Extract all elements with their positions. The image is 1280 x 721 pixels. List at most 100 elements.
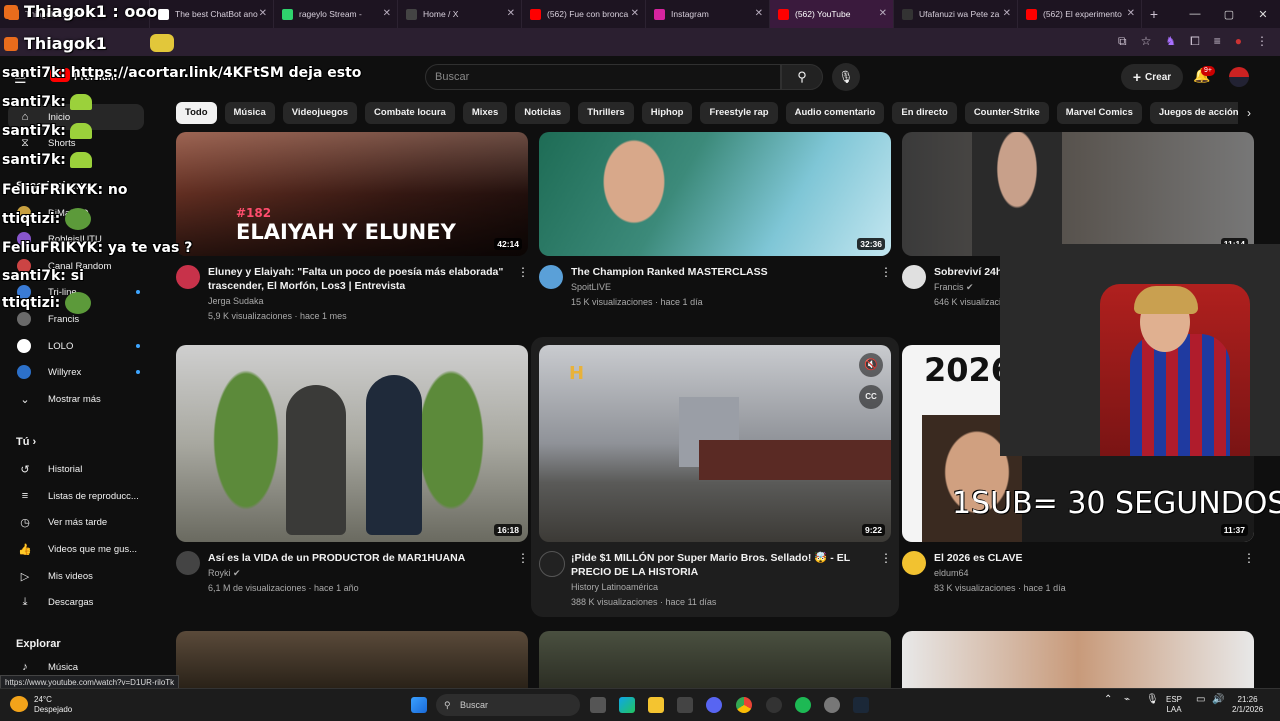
language-indicator[interactable]: ESP LAA: [1166, 695, 1182, 715]
store-icon[interactable]: [677, 697, 693, 713]
chip[interactable]: En directo: [892, 102, 957, 124]
search-input[interactable]: Buscar: [425, 64, 781, 90]
maximize-button[interactable]: ▢: [1212, 8, 1246, 21]
spotify-icon[interactable]: [795, 697, 811, 713]
install-icon[interactable]: ⧉: [1118, 34, 1127, 49]
file-explorer-icon[interactable]: [648, 697, 664, 713]
sidebar-item-historial[interactable]: ↺ Historial: [8, 456, 144, 482]
channel-name[interactable]: SpoitLIVE: [571, 280, 611, 295]
close-tab-icon[interactable]: ✕: [259, 8, 267, 19]
sidebar-item-playlists[interactable]: ≡ Listas de reproducc...: [8, 483, 144, 509]
browser-tab[interactable]: Ufafanuzi wa Pete za ✕: [894, 0, 1018, 28]
chip[interactable]: Hiphop: [641, 102, 693, 124]
channel-name[interactable]: eldum64: [934, 566, 969, 581]
weather-icon[interactable]: [10, 696, 28, 712]
chip[interactable]: Counter-Strike: [964, 102, 1049, 124]
chrome-icon[interactable]: [736, 697, 752, 713]
chip[interactable]: Videojuegos: [282, 102, 358, 124]
star-icon[interactable]: ☆: [1141, 34, 1152, 49]
sidebar-sub[interactable]: LOLO: [8, 333, 144, 359]
create-button[interactable]: + Crear: [1121, 64, 1183, 90]
video-title[interactable]: Eluney y Elaiyah: "Falta un poco de poes…: [208, 265, 508, 293]
channel-avatar[interactable]: [902, 265, 926, 289]
more-actions-icon[interactable]: ⋮: [880, 551, 892, 565]
close-tab-icon[interactable]: ✕: [383, 8, 391, 19]
you-heading[interactable]: Tú ›: [16, 436, 36, 448]
edge-icon[interactable]: [619, 697, 635, 713]
mic-tray-icon[interactable]: 🎙: [1146, 695, 1159, 705]
browser-tab[interactable]: Home / X ✕: [398, 0, 522, 28]
video-title[interactable]: Así es la VIDA de un PRODUCTOR de MAR1HU…: [208, 551, 508, 565]
video-thumbnail[interactable]: 11:14: [902, 132, 1254, 256]
minimize-button[interactable]: —: [1178, 8, 1212, 20]
close-tab-icon[interactable]: ✕: [1127, 8, 1135, 19]
channel-name[interactable]: History Latinoamérica: [571, 580, 658, 595]
video-title[interactable]: The Champion Ranked MASTERCLASS: [571, 265, 871, 279]
video-thumbnail[interactable]: 32:36: [539, 132, 891, 256]
close-tab-icon[interactable]: ✕: [507, 8, 515, 19]
search-button[interactable]: ⚲: [781, 64, 823, 90]
voice-search-button[interactable]: 🎙: [832, 63, 860, 91]
channel-name[interactable]: Jerga Sudaka: [208, 294, 264, 309]
close-tab-icon[interactable]: ✕: [631, 8, 639, 19]
browser-tab[interactable]: (562) El experimento ✕: [1018, 0, 1142, 28]
sidebar-item-liked[interactable]: 👍 Videos que me gus...: [8, 536, 144, 562]
steam-icon[interactable]: [853, 697, 869, 713]
taskbar-search[interactable]: ⚲ Buscar: [436, 694, 580, 716]
chip[interactable]: Noticias: [515, 102, 571, 124]
close-tab-icon[interactable]: ✕: [1003, 8, 1011, 19]
video-thumbnail[interactable]: 16:18: [176, 345, 528, 542]
chip[interactable]: Mixes: [462, 102, 508, 124]
close-window-button[interactable]: ✕: [1246, 8, 1280, 21]
video-thumbnail[interactable]: H 🔇 CC 9:22: [539, 345, 891, 542]
captions-icon[interactable]: CC: [859, 385, 883, 409]
channel-name[interactable]: Francis ✔: [934, 280, 974, 295]
more-actions-icon[interactable]: ⋮: [517, 265, 529, 279]
extension-icon[interactable]: ♞: [1165, 34, 1176, 49]
windows-start-icon[interactable]: [411, 697, 427, 713]
video-thumbnail[interactable]: [539, 631, 891, 688]
video-title[interactable]: Sobreviví 24hs: [934, 265, 1004, 279]
chip[interactable]: Thrillers: [578, 102, 634, 124]
chip[interactable]: Audio comentario: [785, 102, 885, 124]
channel-avatar[interactable]: [539, 551, 565, 577]
network-icon[interactable]: ⌁: [1124, 695, 1130, 705]
video-title[interactable]: ¡Pide $1 MILLÓN por Super Mario Bros. Se…: [571, 551, 871, 579]
video-thumbnail[interactable]: [902, 631, 1254, 688]
chip[interactable]: Marvel Comics: [1056, 102, 1142, 124]
profile-icon[interactable]: ●: [1235, 34, 1242, 49]
account-avatar[interactable]: [1229, 67, 1249, 87]
mute-icon[interactable]: 🔇: [859, 353, 883, 377]
discord-icon[interactable]: [706, 697, 722, 713]
obs-icon[interactable]: [766, 697, 782, 713]
more-actions-icon[interactable]: ⋮: [1243, 551, 1255, 565]
task-view-icon[interactable]: [590, 697, 606, 713]
browser-tab[interactable]: Instagram ✕: [646, 0, 770, 28]
show-more-button[interactable]: ⌄ Mostrar más: [8, 386, 144, 412]
channel-avatar[interactable]: [539, 265, 563, 289]
channel-avatar[interactable]: [902, 551, 926, 575]
channel-name[interactable]: Royki ✔: [208, 566, 241, 581]
clock[interactable]: 21:26 2/1/2026: [1232, 695, 1263, 715]
volume-icon[interactable]: 🔊: [1212, 695, 1224, 705]
chip[interactable]: Combate locura: [365, 102, 455, 124]
more-actions-icon[interactable]: ⋮: [517, 551, 529, 565]
media-icon[interactable]: ≡: [1214, 34, 1221, 49]
video-title[interactable]: El 2026 es CLAVE: [934, 551, 1234, 565]
channel-avatar[interactable]: [176, 551, 200, 575]
weather-widget[interactable]: 24°C Despejado: [34, 695, 72, 715]
more-actions-icon[interactable]: ⋮: [880, 265, 892, 279]
browser-tab-active[interactable]: (562) YouTube ✕: [770, 0, 894, 28]
chip[interactable]: Música: [224, 102, 275, 124]
chips-next-button[interactable]: ›: [1238, 102, 1260, 124]
chip-todo[interactable]: Todo: [176, 102, 217, 124]
browser-tab[interactable]: The best ChatBot ano ✕: [150, 0, 274, 28]
browser-tab[interactable]: (562) Fue con bronca ✕: [522, 0, 646, 28]
close-tab-icon[interactable]: ✕: [755, 8, 763, 19]
video-thumbnail[interactable]: #182 ELAIYAH Y ELUNEY 42:14: [176, 132, 528, 256]
sidebar-sub[interactable]: Willyrex: [8, 359, 144, 385]
browser-tab[interactable]: rageylo Stream - ✕: [274, 0, 398, 28]
sidebar-item-my-videos[interactable]: ▷ Mis videos: [8, 563, 144, 589]
puzzle-icon[interactable]: ⧠: [1190, 34, 1200, 49]
channel-avatar[interactable]: [176, 265, 200, 289]
